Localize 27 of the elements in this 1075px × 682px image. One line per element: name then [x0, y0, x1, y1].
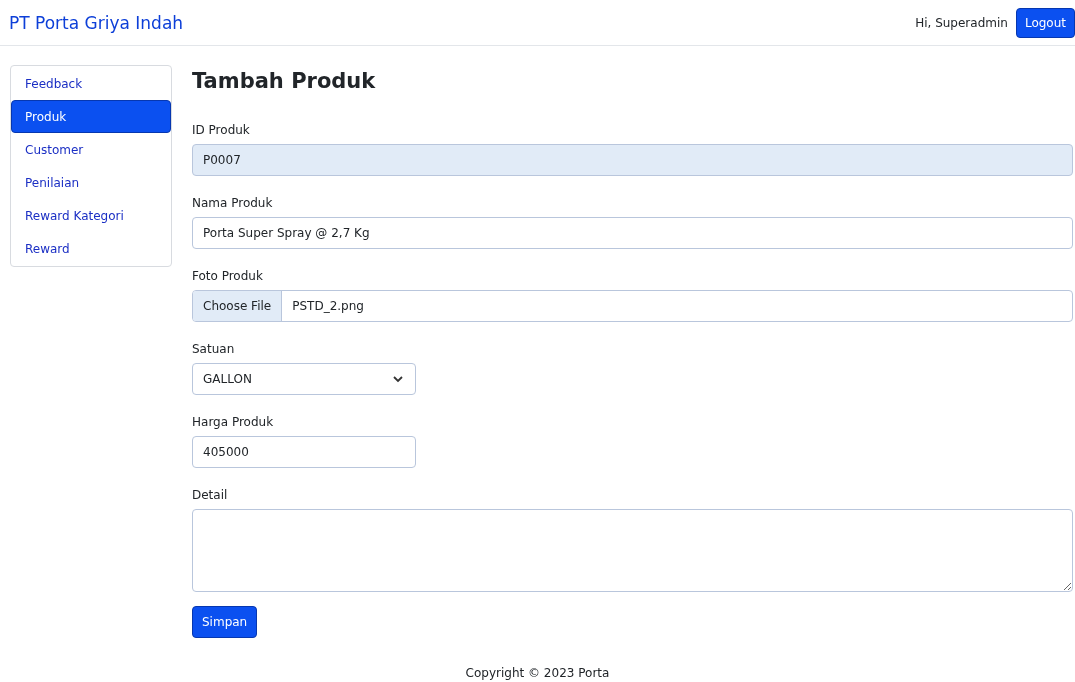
sidebar-item[interactable]: Penilaian: [11, 166, 171, 199]
choose-file-button[interactable]: Choose File: [193, 291, 283, 321]
sidebar-item[interactable]: Reward: [11, 232, 171, 265]
brand-link[interactable]: PT Porta Griya Indah: [9, 12, 184, 33]
user-greeting: Hi, Superadmin: [915, 15, 1008, 30]
sidebar-item[interactable]: Customer: [11, 133, 171, 166]
sidebar-item[interactable]: Produk: [11, 100, 171, 133]
input-field[interactable]: 405000: [192, 436, 416, 468]
sidebar-item[interactable]: Feedback: [11, 67, 171, 100]
field-label: Harga Produk: [192, 415, 275, 429]
copyright-text: Copyright © 2023 Porta: [465, 666, 610, 680]
field-label: ID Produk: [192, 123, 251, 137]
field-label: Nama Produk: [192, 196, 274, 210]
logout-button[interactable]: Logout: [1015, 7, 1075, 38]
select-value: GALLON: [203, 372, 252, 386]
chevron-down-icon: [393, 375, 403, 383]
file-input[interactable]: Choose File PSTD_2.png: [192, 290, 1073, 322]
field-label: Foto Produk: [192, 269, 264, 283]
field-label: Satuan: [192, 342, 236, 356]
textarea-field[interactable]: [192, 509, 1073, 592]
sidebar-item[interactable]: Reward Kategori: [11, 199, 171, 232]
save-button[interactable]: Simpan: [192, 606, 258, 638]
input-field[interactable]: Porta Super Spray @ 2,7 Kg: [192, 217, 1073, 249]
select-field[interactable]: GALLON: [192, 363, 416, 395]
field-label: Detail: [192, 488, 229, 502]
file-name: PSTD_2.png: [291, 298, 365, 315]
page-title: Tambah Produk: [192, 69, 377, 93]
